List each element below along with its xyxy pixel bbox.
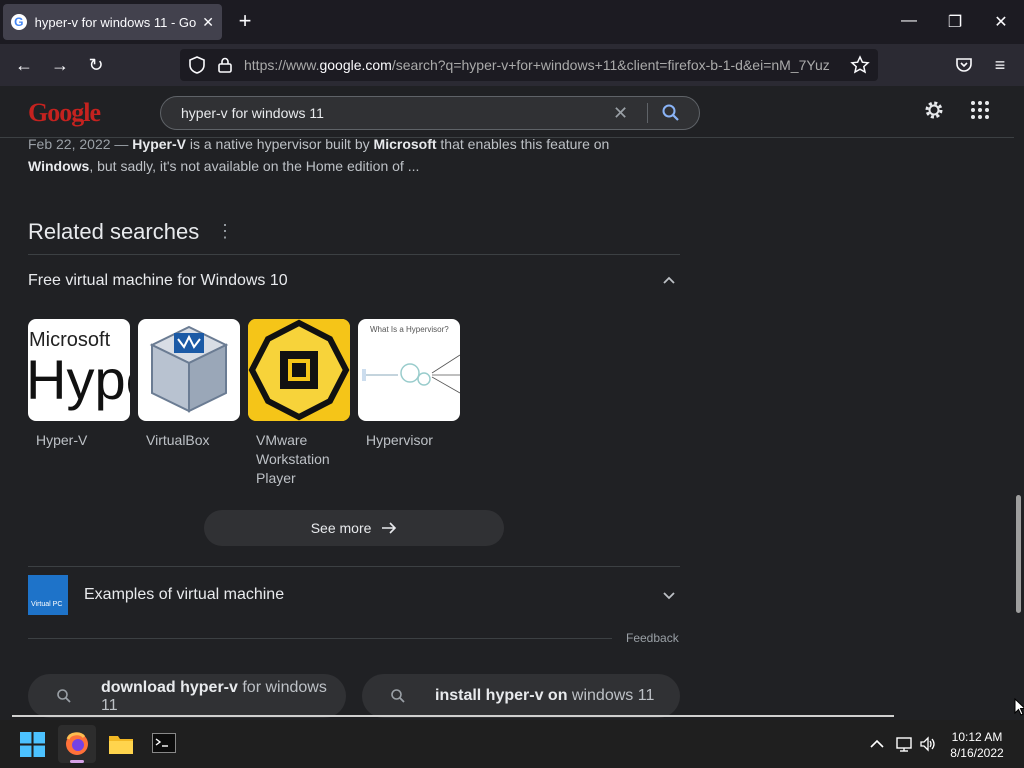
browser-nav-bar: ← → ↻ https://www.google.com/search?q=hy… bbox=[0, 44, 1024, 86]
suggestion-text: install hyper-v on windows 11 bbox=[435, 687, 655, 704]
search-divider bbox=[647, 103, 648, 123]
browser-tab-bar: G hyper-v for windows 11 - Google ✕ + — … bbox=[0, 0, 1024, 44]
pocket-icon[interactable] bbox=[955, 56, 973, 74]
hypervisor-diagram-image: What Is a Hypervisor? bbox=[358, 319, 460, 421]
tab-title: hyper-v for windows 11 - Google bbox=[34, 14, 197, 30]
new-tab-button[interactable]: + bbox=[234, 10, 256, 32]
card-hypervisor[interactable]: What Is a Hypervisor? Hypervisor bbox=[358, 319, 460, 450]
volume-icon[interactable] bbox=[919, 736, 937, 752]
google-apps-icon[interactable] bbox=[970, 100, 990, 120]
firefox-icon[interactable] bbox=[64, 731, 90, 757]
terminal-icon[interactable] bbox=[152, 733, 176, 753]
forward-icon[interactable]: → bbox=[49, 54, 71, 76]
card-label: Hypervisor bbox=[366, 432, 433, 448]
related-group-free-vm[interactable]: Free virtual machine for Windows 10 bbox=[28, 272, 680, 296]
card-label: Hyper-V bbox=[36, 432, 88, 448]
suggestion-text: download hyper-v for windows 11 bbox=[101, 679, 327, 714]
reload-icon[interactable]: ↻ bbox=[85, 54, 107, 76]
virtualbox-logo-image bbox=[138, 319, 240, 421]
vertical-scrollbar-thumb[interactable] bbox=[1016, 495, 1021, 613]
taskbar-clock[interactable]: 10:12 AM 8/16/2022 bbox=[944, 729, 1010, 761]
related-group-label: Examples of virtual machine bbox=[84, 586, 285, 603]
card-virtualbox[interactable]: VirtualBox bbox=[138, 319, 240, 450]
vertical-scrollbar-track[interactable] bbox=[1014, 86, 1024, 716]
divider bbox=[28, 254, 680, 255]
card-label: VMware Workstation Player bbox=[256, 432, 330, 486]
card-label: VirtualBox bbox=[146, 432, 210, 448]
app-menu-icon[interactable]: ≡ bbox=[989, 54, 1011, 76]
divider bbox=[28, 638, 612, 639]
tab-close-icon[interactable]: ✕ bbox=[202, 14, 214, 31]
search-icon bbox=[57, 689, 71, 703]
arrow-right-icon bbox=[382, 522, 397, 534]
result-snippet: Feb 22, 2022 — Hyper-V is a native hyper… bbox=[28, 136, 610, 174]
google-logo[interactable]: Google bbox=[28, 98, 101, 128]
related-group-label: Free virtual machine for Windows 10 bbox=[28, 272, 288, 289]
card-vmware[interactable]: VMware Workstation Player bbox=[248, 319, 350, 488]
bookmark-star-icon[interactable] bbox=[850, 55, 870, 75]
suggestion-download-hyper-v[interactable]: download hyper-v for windows 11 bbox=[28, 674, 346, 718]
clear-search-icon[interactable]: ✕ bbox=[613, 103, 628, 124]
chevron-up-tray-icon[interactable] bbox=[868, 736, 886, 752]
lock-icon[interactable] bbox=[218, 57, 232, 73]
virtual-pc-thumbnail: Virtual PC bbox=[28, 575, 68, 615]
close-window-icon[interactable]: ✕ bbox=[991, 12, 1011, 32]
search-icon[interactable] bbox=[661, 103, 681, 123]
clock-date: 8/16/2022 bbox=[950, 746, 1004, 760]
windows-start-icon[interactable] bbox=[20, 732, 45, 757]
url-text[interactable]: https://www.google.com/search?q=hyper-v+… bbox=[244, 57, 844, 73]
feedback-link[interactable]: Feedback bbox=[626, 631, 679, 645]
related-searches-heading: Related searches bbox=[28, 219, 200, 244]
tracking-shield-icon[interactable] bbox=[188, 56, 206, 74]
google-header: Google hyper-v for windows 11 ✕ bbox=[0, 86, 1014, 138]
vmware-logo-image bbox=[248, 319, 350, 421]
suggestion-install-hyper-v[interactable]: install hyper-v on windows 11 bbox=[362, 674, 680, 718]
mouse-cursor-icon bbox=[1014, 698, 1024, 716]
network-icon[interactable] bbox=[895, 736, 913, 752]
search-query-text[interactable]: hyper-v for windows 11 bbox=[181, 105, 324, 121]
divider bbox=[28, 566, 680, 567]
chevron-down-icon[interactable] bbox=[662, 588, 676, 602]
hyper-v-image: Microsoft Hype bbox=[28, 319, 130, 421]
related-group-examples-vm[interactable]: Virtual PC Examples of virtual machine bbox=[28, 575, 680, 615]
google-favicon-icon: G bbox=[11, 14, 27, 30]
card-hyper-v[interactable]: Microsoft Hype Hyper-V bbox=[28, 319, 130, 450]
minimize-icon[interactable]: — bbox=[899, 12, 919, 30]
chevron-up-icon[interactable] bbox=[662, 274, 676, 288]
clock-time: 10:12 AM bbox=[951, 730, 1003, 744]
active-app-indicator bbox=[70, 760, 84, 763]
back-icon[interactable]: ← bbox=[13, 54, 35, 76]
address-bar[interactable]: https://www.google.com/search?q=hyper-v+… bbox=[180, 49, 878, 81]
see-more-button[interactable]: See more bbox=[204, 510, 504, 546]
restore-icon[interactable]: ❐ bbox=[945, 12, 965, 32]
horizontal-scrollbar[interactable] bbox=[12, 715, 894, 717]
browser-tab[interactable]: G hyper-v for windows 11 - Google ✕ bbox=[3, 4, 222, 40]
search-input[interactable]: hyper-v for windows 11 ✕ bbox=[160, 96, 700, 130]
search-icon bbox=[391, 689, 405, 703]
file-explorer-icon[interactable] bbox=[108, 732, 134, 756]
settings-gear-icon[interactable] bbox=[922, 98, 946, 122]
more-options-icon[interactable]: ⋮ bbox=[216, 221, 234, 242]
